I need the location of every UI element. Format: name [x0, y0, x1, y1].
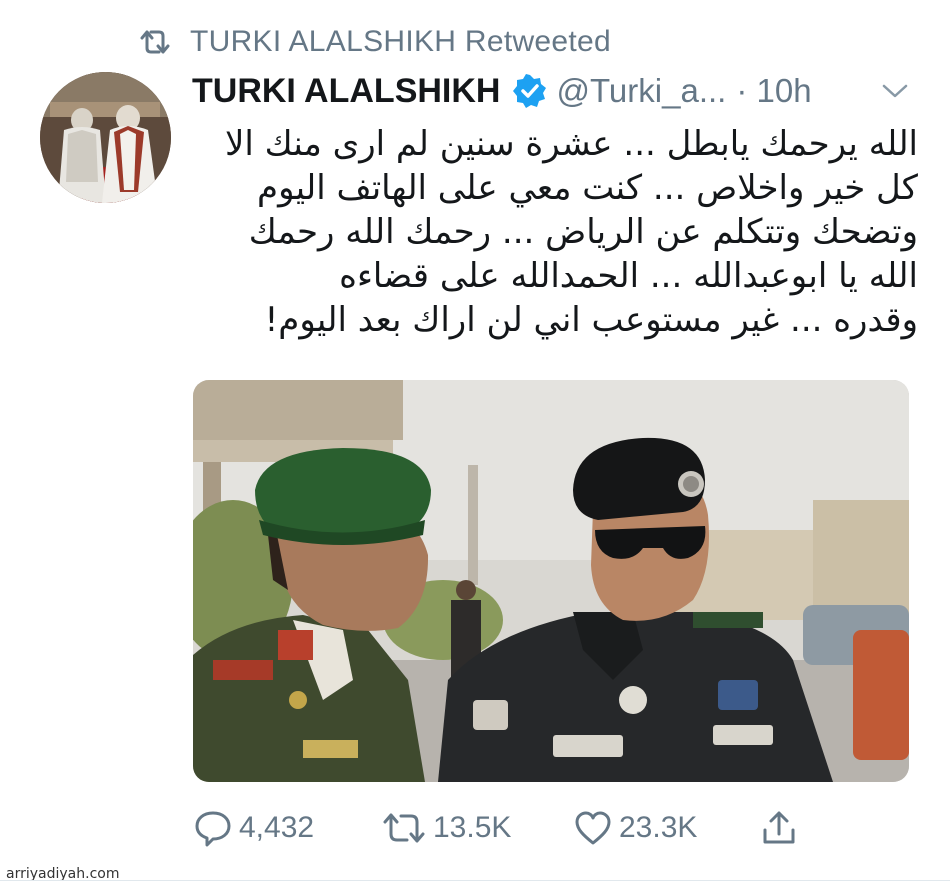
avatar[interactable] [40, 72, 171, 203]
author-name[interactable]: TURKI ALALSHIKH [192, 72, 501, 111]
reply-icon [195, 811, 231, 847]
tweet-body: الله يرحمك يابطل ... عشرة سنين لم ارى من… [190, 122, 918, 342]
reply-button[interactable]: 4,432 [193, 804, 314, 852]
retweet-icon [383, 813, 425, 843]
tweet-media-photo[interactable] [193, 380, 909, 782]
author-handle[interactable]: @Turki_a... [557, 72, 727, 110]
share-button[interactable] [759, 804, 805, 852]
tweet-timestamp[interactable]: · 10h [736, 72, 811, 110]
tweet-header: TURKI ALALSHIKH @Turki_a... · 10h [192, 68, 922, 114]
retweet-button[interactable]: 13.5K [381, 804, 511, 852]
tweet-text-line: وقدره ... غير مستوعب اني لن اراك بعد الي… [264, 300, 918, 340]
tweet-text-line: الله يرحمك يابطل ... عشرة سنين لم ارى من… [225, 124, 918, 164]
retweet-icon [140, 30, 170, 54]
verified-badge-icon [512, 74, 546, 108]
retweet-context[interactable]: TURKI ALALSHIKH Retweeted [138, 24, 611, 60]
retweet-count: 13.5K [433, 811, 512, 844]
heart-icon [575, 811, 611, 845]
reply-count: 4,432 [239, 811, 315, 844]
tweet-text-line: الله يا ابوعبدالله ... الحمدالله على قضا… [339, 256, 918, 296]
tweet-actions: 4,432 13.5K 23.3K [193, 804, 913, 852]
photo-image [193, 380, 909, 782]
avatar-image [40, 72, 171, 203]
share-icon [763, 811, 795, 844]
tweet-text-line: كل خير واخلاص ... كنت معي على الهاتف الي… [257, 168, 918, 208]
tweet-text-line: وتضحك وتتكلم عن الرياض ... رحمك الله رحم… [248, 212, 918, 252]
chevron-down-icon[interactable] [880, 80, 910, 102]
retweet-label: TURKI ALALSHIKH Retweeted [190, 25, 612, 58]
divider [0, 880, 950, 881]
like-count: 23.3K [619, 811, 698, 844]
like-button[interactable]: 23.3K [573, 804, 697, 852]
